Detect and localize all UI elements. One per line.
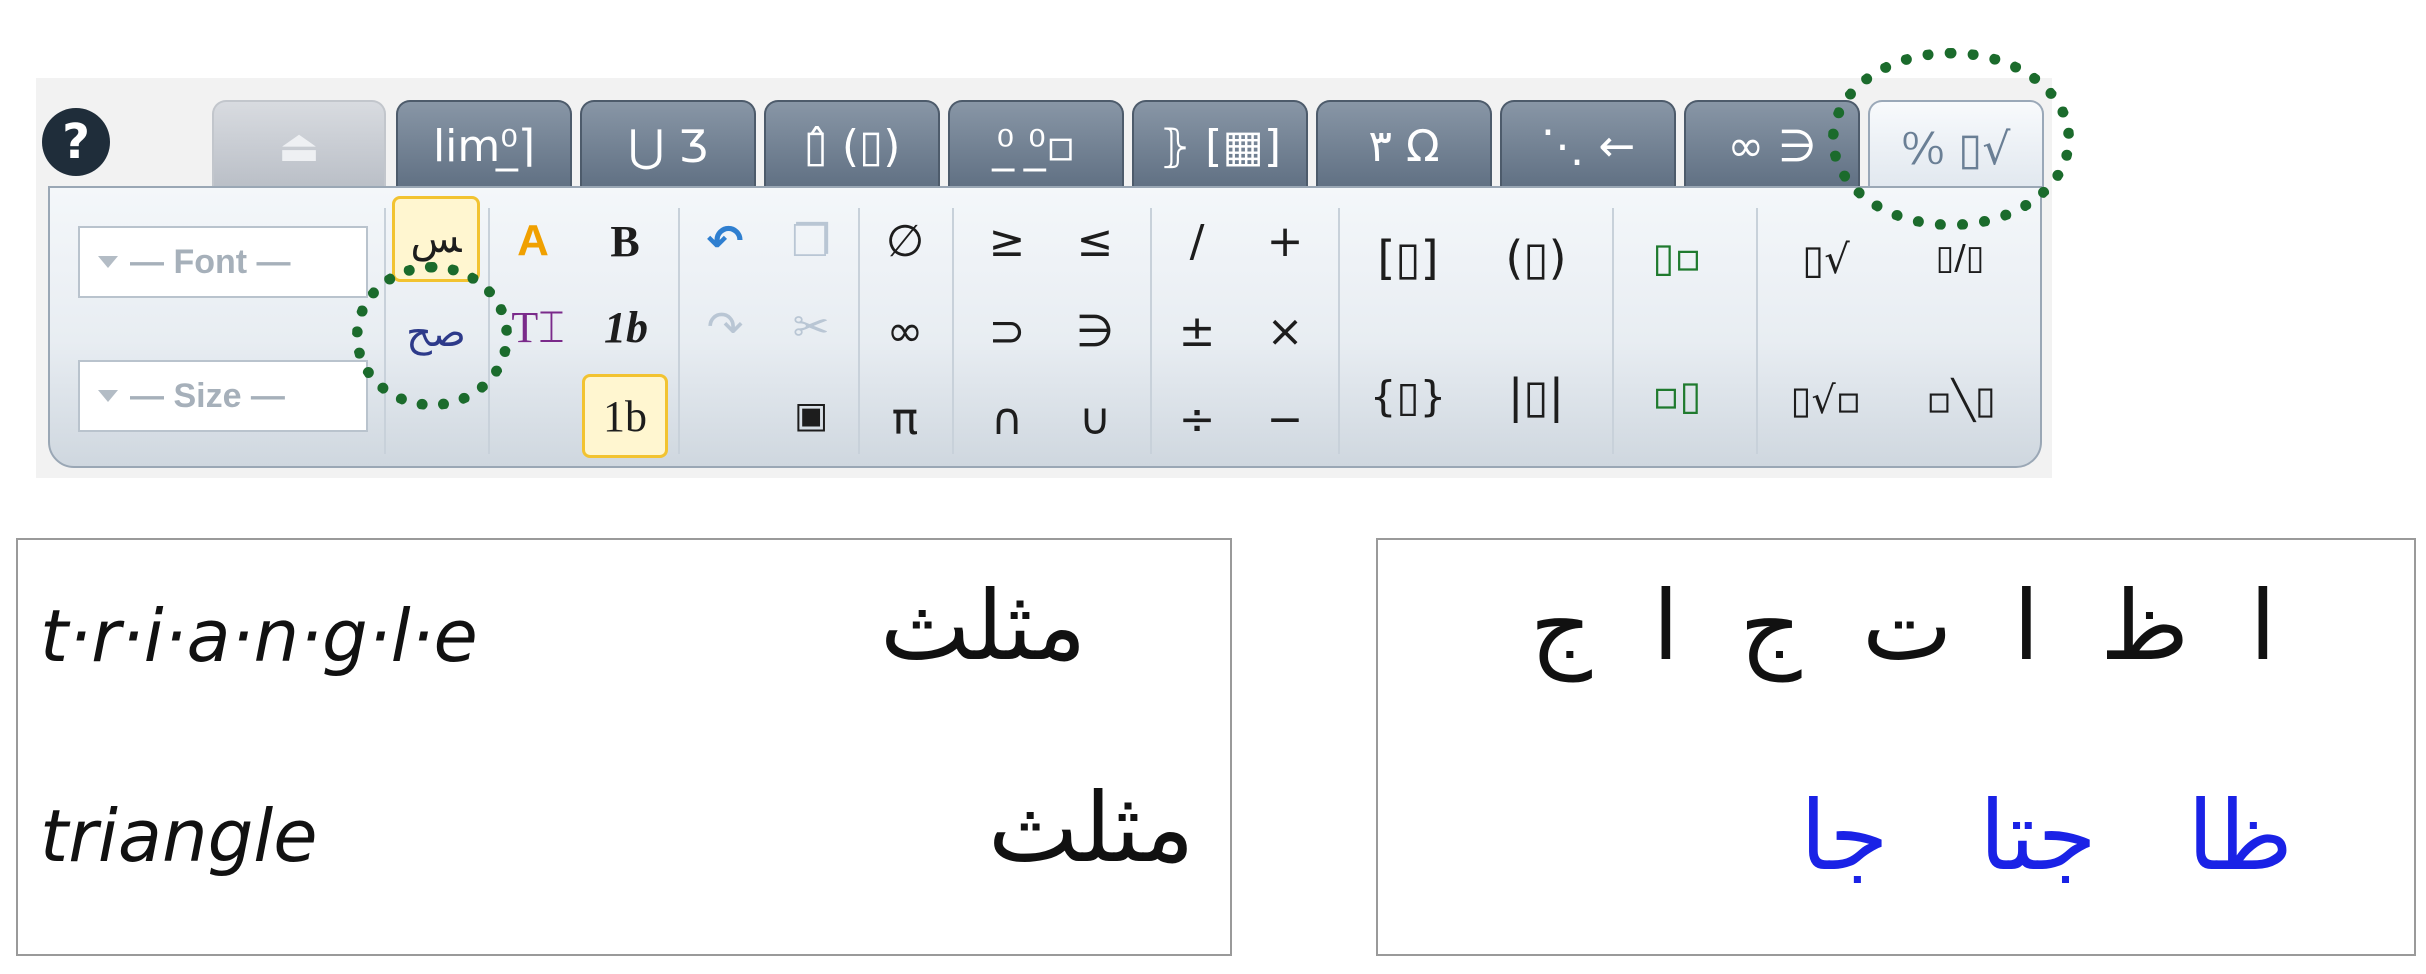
arabic-joined-letters: ظا جتا جا: [1800, 780, 2293, 892]
slash-button[interactable]: /: [1162, 206, 1232, 276]
empty-set-button[interactable]: ∅: [870, 206, 940, 276]
arabic-text: مثلث: [988, 772, 1195, 884]
plusminus-button[interactable]: ±: [1162, 296, 1232, 366]
upright-1b-button[interactable]: 1b: [582, 374, 668, 458]
chevron-down-icon: [98, 390, 118, 402]
superset-button[interactable]: ⊃: [972, 296, 1042, 366]
ni-button[interactable]: ∋: [1060, 296, 1130, 366]
leq-button[interactable]: ≤: [1060, 206, 1130, 276]
tab-scripts[interactable]: ⁰̲ ⁰̲▫: [948, 100, 1124, 190]
tab-greek-arabic[interactable]: ٣ Ω: [1316, 100, 1492, 190]
tab-matrices[interactable]: ⦄ [▦]: [1132, 100, 1308, 190]
cut-icon[interactable]: ✂: [776, 292, 846, 362]
tab-arabic-direction[interactable]: ⏏: [212, 100, 386, 190]
paste-icon[interactable]: ▣: [776, 380, 846, 450]
text-color-icon[interactable]: A: [498, 206, 568, 276]
tab-accents[interactable]: ▯̂ (▯): [764, 100, 940, 190]
italic-1b-button[interactable]: 1b: [586, 292, 666, 362]
rtl-root-button[interactable]: ▫╲▯: [1906, 360, 2016, 440]
separator: [1756, 208, 1758, 454]
separator: [1150, 208, 1152, 454]
geq-button[interactable]: ≥: [972, 206, 1042, 276]
pi-button[interactable]: π: [870, 384, 940, 454]
square-bracket-button[interactable]: [▯]: [1356, 218, 1460, 298]
paren-button[interactable]: (▯): [1484, 218, 1588, 298]
font-dropdown[interactable]: — Font —: [78, 226, 368, 298]
help-button[interactable]: ?: [42, 108, 110, 176]
brace-button[interactable]: {▯}: [1356, 356, 1460, 436]
arabic-isolated-letters: ا ظ ا ت ج ا ج: [1530, 570, 2277, 682]
copy-icon[interactable]: ❐: [776, 206, 846, 276]
size-dropdown-label: — Size —: [130, 376, 285, 415]
tab-limits[interactable]: lim⁰̲⌉: [396, 100, 572, 190]
highlight-circle: [1828, 48, 2074, 230]
minus-button[interactable]: −: [1250, 384, 1320, 454]
separator: [1338, 208, 1340, 454]
times-button[interactable]: ×: [1250, 296, 1320, 366]
separator: [1612, 208, 1614, 454]
superscript-button[interactable]: ▯▫: [1632, 218, 1722, 298]
redo-icon[interactable]: ↷: [690, 292, 760, 362]
separator: [952, 208, 954, 454]
chevron-down-icon: [98, 256, 118, 268]
highlight-circle: [352, 262, 512, 410]
plus-button[interactable]: +: [1250, 206, 1320, 276]
infinity-button[interactable]: ∞: [870, 296, 940, 366]
nth-root-button[interactable]: ▯√▫: [1776, 360, 1876, 440]
tab-sets[interactable]: ⋃ Ʒ: [580, 100, 756, 190]
font-dropdown-label: — Font —: [130, 242, 291, 281]
cap-button[interactable]: ∩: [972, 384, 1042, 454]
cup-button[interactable]: ∪: [1060, 384, 1130, 454]
undo-icon[interactable]: ↶: [690, 206, 760, 276]
separator: [858, 208, 860, 454]
tab-arrows[interactable]: ⋱ ←: [1500, 100, 1676, 190]
bold-button[interactable]: B: [590, 206, 660, 276]
arabic-joined-text: مثلث: [880, 570, 1087, 682]
divide-button[interactable]: ÷: [1162, 384, 1232, 454]
sqrt-button[interactable]: ▯√: [1776, 220, 1876, 300]
latin-text: triangle: [40, 794, 318, 878]
separator: [678, 208, 680, 454]
size-dropdown[interactable]: — Size —: [78, 360, 368, 432]
latin-spaced-text: t·r·i·a·n·g·l·e: [40, 594, 478, 678]
subscript-button[interactable]: ▫▯: [1632, 356, 1722, 436]
abs-button[interactable]: |▯|: [1484, 356, 1588, 436]
